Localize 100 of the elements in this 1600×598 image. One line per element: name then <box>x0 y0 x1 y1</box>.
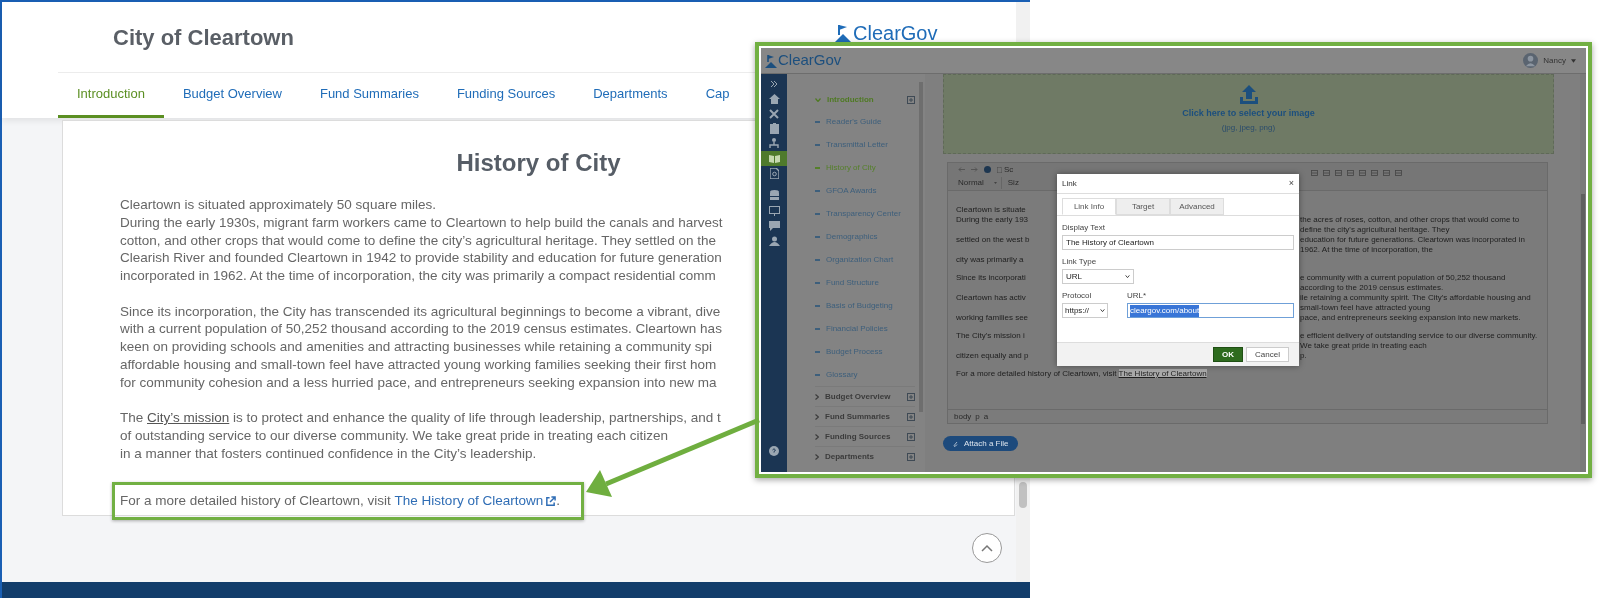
flag-icon <box>765 53 777 68</box>
sidebar-subitem[interactable]: Transmittal Letter <box>815 133 925 156</box>
paragraph: Since its incorporation, the City has transcended its agricultural beginnings to become a vibrant, dive with a current population of 50,252 thousand according to the 2019 census estimates. Cleartown has keen on providing schools and amenities and attracting businesses while retaining a community spi affordable housing and small-town feel have attracted young working families seeking their first hom for community cohesion and a less hurried pace, and entrepreneurs seeking expansion into new ma <box>120 302 722 392</box>
link-type-select[interactable]: URL <box>1062 269 1134 284</box>
plus-box-icon[interactable] <box>907 412 915 421</box>
avatar <box>1523 53 1539 68</box>
presentation-icon <box>768 205 780 216</box>
undo-icon[interactable] <box>958 167 965 173</box>
database-icon <box>769 190 779 201</box>
display-text-field[interactable]: The History of Cleartown <box>1062 235 1294 250</box>
sidebar-item[interactable]: Funding Sources <box>815 426 915 446</box>
highlighted-sentence: For a more detailed history of Cleartown, visit The History of Cleartown . <box>112 482 584 520</box>
ok-button[interactable]: OK <box>1213 347 1244 362</box>
editor-text-line: Since its incorporati <box>956 273 1026 282</box>
field-label: Protocol <box>1062 290 1093 302</box>
paragraph: Cleartown is situated approximately 50 square miles. During the early 1930s, migrant farm workers came to Cleartown to help build the canals and harvest cotton, and other crops that would come to define the city’s agricultural heritage. They settled on the Clearish River and founded Cleartown in 1942 to provide stability and education for future generation incorporated in 1962. At the time of incorporation, the city was primarily a compact residential comm <box>120 196 723 285</box>
chevron-down-icon <box>1125 275 1130 278</box>
dash-icon <box>815 166 820 169</box>
url-field[interactable]: cleargov.com/about <box>1127 303 1294 318</box>
dialog-tab[interactable]: Advanced <box>1170 198 1224 215</box>
org-chart-icon <box>769 138 779 149</box>
format-dropdown[interactable]: Normal <box>958 177 1002 190</box>
editor-text-line: settled on the west b <box>956 235 1030 244</box>
external-link-icon <box>545 495 557 507</box>
sidebar-item[interactable]: Budget Overview <box>815 386 915 406</box>
sidebar-item[interactable]: Fund Summaries <box>815 406 915 426</box>
sidebar-subitem[interactable]: Reader's Guide <box>815 110 925 133</box>
chevron-down-icon <box>815 98 821 102</box>
dash-icon <box>815 143 820 146</box>
dash-icon <box>815 258 820 261</box>
crossed-tools-icon <box>769 108 779 119</box>
plus-box-icon[interactable] <box>907 96 915 104</box>
attach-file-button[interactable]: Attach a File <box>943 436 1019 451</box>
redo-icon[interactable] <box>971 167 978 173</box>
element-path-item[interactable]: a <box>983 410 989 423</box>
source-button[interactable]: Sc <box>997 163 1014 176</box>
dialog-tab[interactable]: Link Info <box>1062 198 1116 215</box>
book-icon <box>768 154 780 163</box>
plus-box-icon[interactable] <box>907 452 915 461</box>
chevron-right-icon <box>815 453 819 460</box>
sidebar-item[interactable]: Departments <box>815 446 915 466</box>
dash-icon <box>815 212 820 215</box>
dialog-title: Link <box>1062 177 1078 190</box>
dash-icon <box>815 327 820 330</box>
paperclip-icon <box>953 440 958 447</box>
sidebar-subitem[interactable]: Organization Chart <box>815 248 925 271</box>
protocol-select[interactable]: https:// <box>1062 303 1108 318</box>
element-path-item[interactable]: body <box>954 410 972 423</box>
site-title: City of Cleartown <box>113 24 294 52</box>
document-icon <box>997 166 1002 173</box>
scrollbar-thumb[interactable] <box>1581 194 1585 424</box>
size-dropdown[interactable]: Siz <box>1007 177 1019 190</box>
nav-tab[interactable]: Funding Sources <box>437 73 575 118</box>
close-button[interactable]: × <box>1288 179 1294 188</box>
plus-box-icon[interactable] <box>907 392 915 401</box>
sidebar-subitem[interactable]: Financial Policies <box>815 317 925 340</box>
user-menu[interactable]: Nancy <box>1523 53 1576 68</box>
editor-text-line: citizen equally and p <box>956 351 1029 360</box>
sidebar-subitem[interactable]: Glossary <box>815 363 925 386</box>
field-label: Link Type <box>1062 256 1098 268</box>
chat-icon <box>768 220 780 231</box>
logo: ClearGov <box>778 50 842 71</box>
chevron-up-icon <box>981 544 993 552</box>
editor-text-line: p. <box>1300 351 1308 361</box>
chevron-right-icon <box>815 433 819 440</box>
sidebar-subitem[interactable]: Budget Process <box>815 340 925 363</box>
editor-text-line: Cleartown is situate <box>956 205 1026 214</box>
rail-button[interactable] <box>761 151 787 166</box>
flag-icon <box>835 23 851 43</box>
scrollbar-thumb[interactable] <box>1019 482 1027 508</box>
text-link[interactable]: The History of Cleartown <box>394 492 557 510</box>
people-icon <box>768 235 780 246</box>
editor-text-line: For a more detailed history of Cleartown, visit The History of Cleartown <box>956 369 1207 379</box>
dash-icon <box>815 304 820 307</box>
help-icon <box>769 445 779 456</box>
editor-text-line: During the early 193 <box>956 215 1029 224</box>
nav-tab[interactable]: Fund Summaries <box>300 73 438 118</box>
nav-tab[interactable]: Cap <box>686 73 749 118</box>
text-link[interactable]: City’s mission <box>147 410 230 426</box>
nav-tab[interactable]: Budget Overview <box>163 73 301 118</box>
nav-tab[interactable]: Departments <box>574 73 687 118</box>
dash-icon <box>815 235 820 238</box>
editor-text-line: education for future generations. Cleartown was incorporated in 1962. At the time of incorporation, the <box>1300 235 1527 255</box>
circle-icon[interactable] <box>984 166 991 174</box>
plus-box-icon[interactable] <box>907 432 915 441</box>
dash-icon <box>815 373 820 376</box>
upload-icon <box>1238 85 1259 105</box>
logo: ClearGov <box>853 22 938 44</box>
cancel-button[interactable]: Cancel <box>1246 347 1289 362</box>
chevron-right-icon <box>815 413 819 420</box>
editor-text-line: pace, and entrepreneurs seeking expansion into new markets. <box>1300 313 1522 323</box>
editor-text-line: Cleartown has activ <box>956 293 1026 302</box>
sidebar-subitem[interactable]: Transparency Center <box>815 202 925 225</box>
dialog-tab[interactable]: Target <box>1116 198 1170 215</box>
field-label: Display Text <box>1062 222 1106 234</box>
sidebar-subitem[interactable]: GFOA Awards <box>815 179 925 202</box>
paragraph: The City’s mission is to protect and enhance the quality of life through leadership, partnerships, and t of outstanding service to our diverse community. We take great pride in treating each citizen in a manner that fosters continued confidence in the City’s leadership. <box>120 409 721 463</box>
sidebar-subitem[interactable]: Basis of Budgeting <box>815 294 925 317</box>
caret-icon <box>993 182 997 185</box>
expand-icon <box>770 79 778 88</box>
